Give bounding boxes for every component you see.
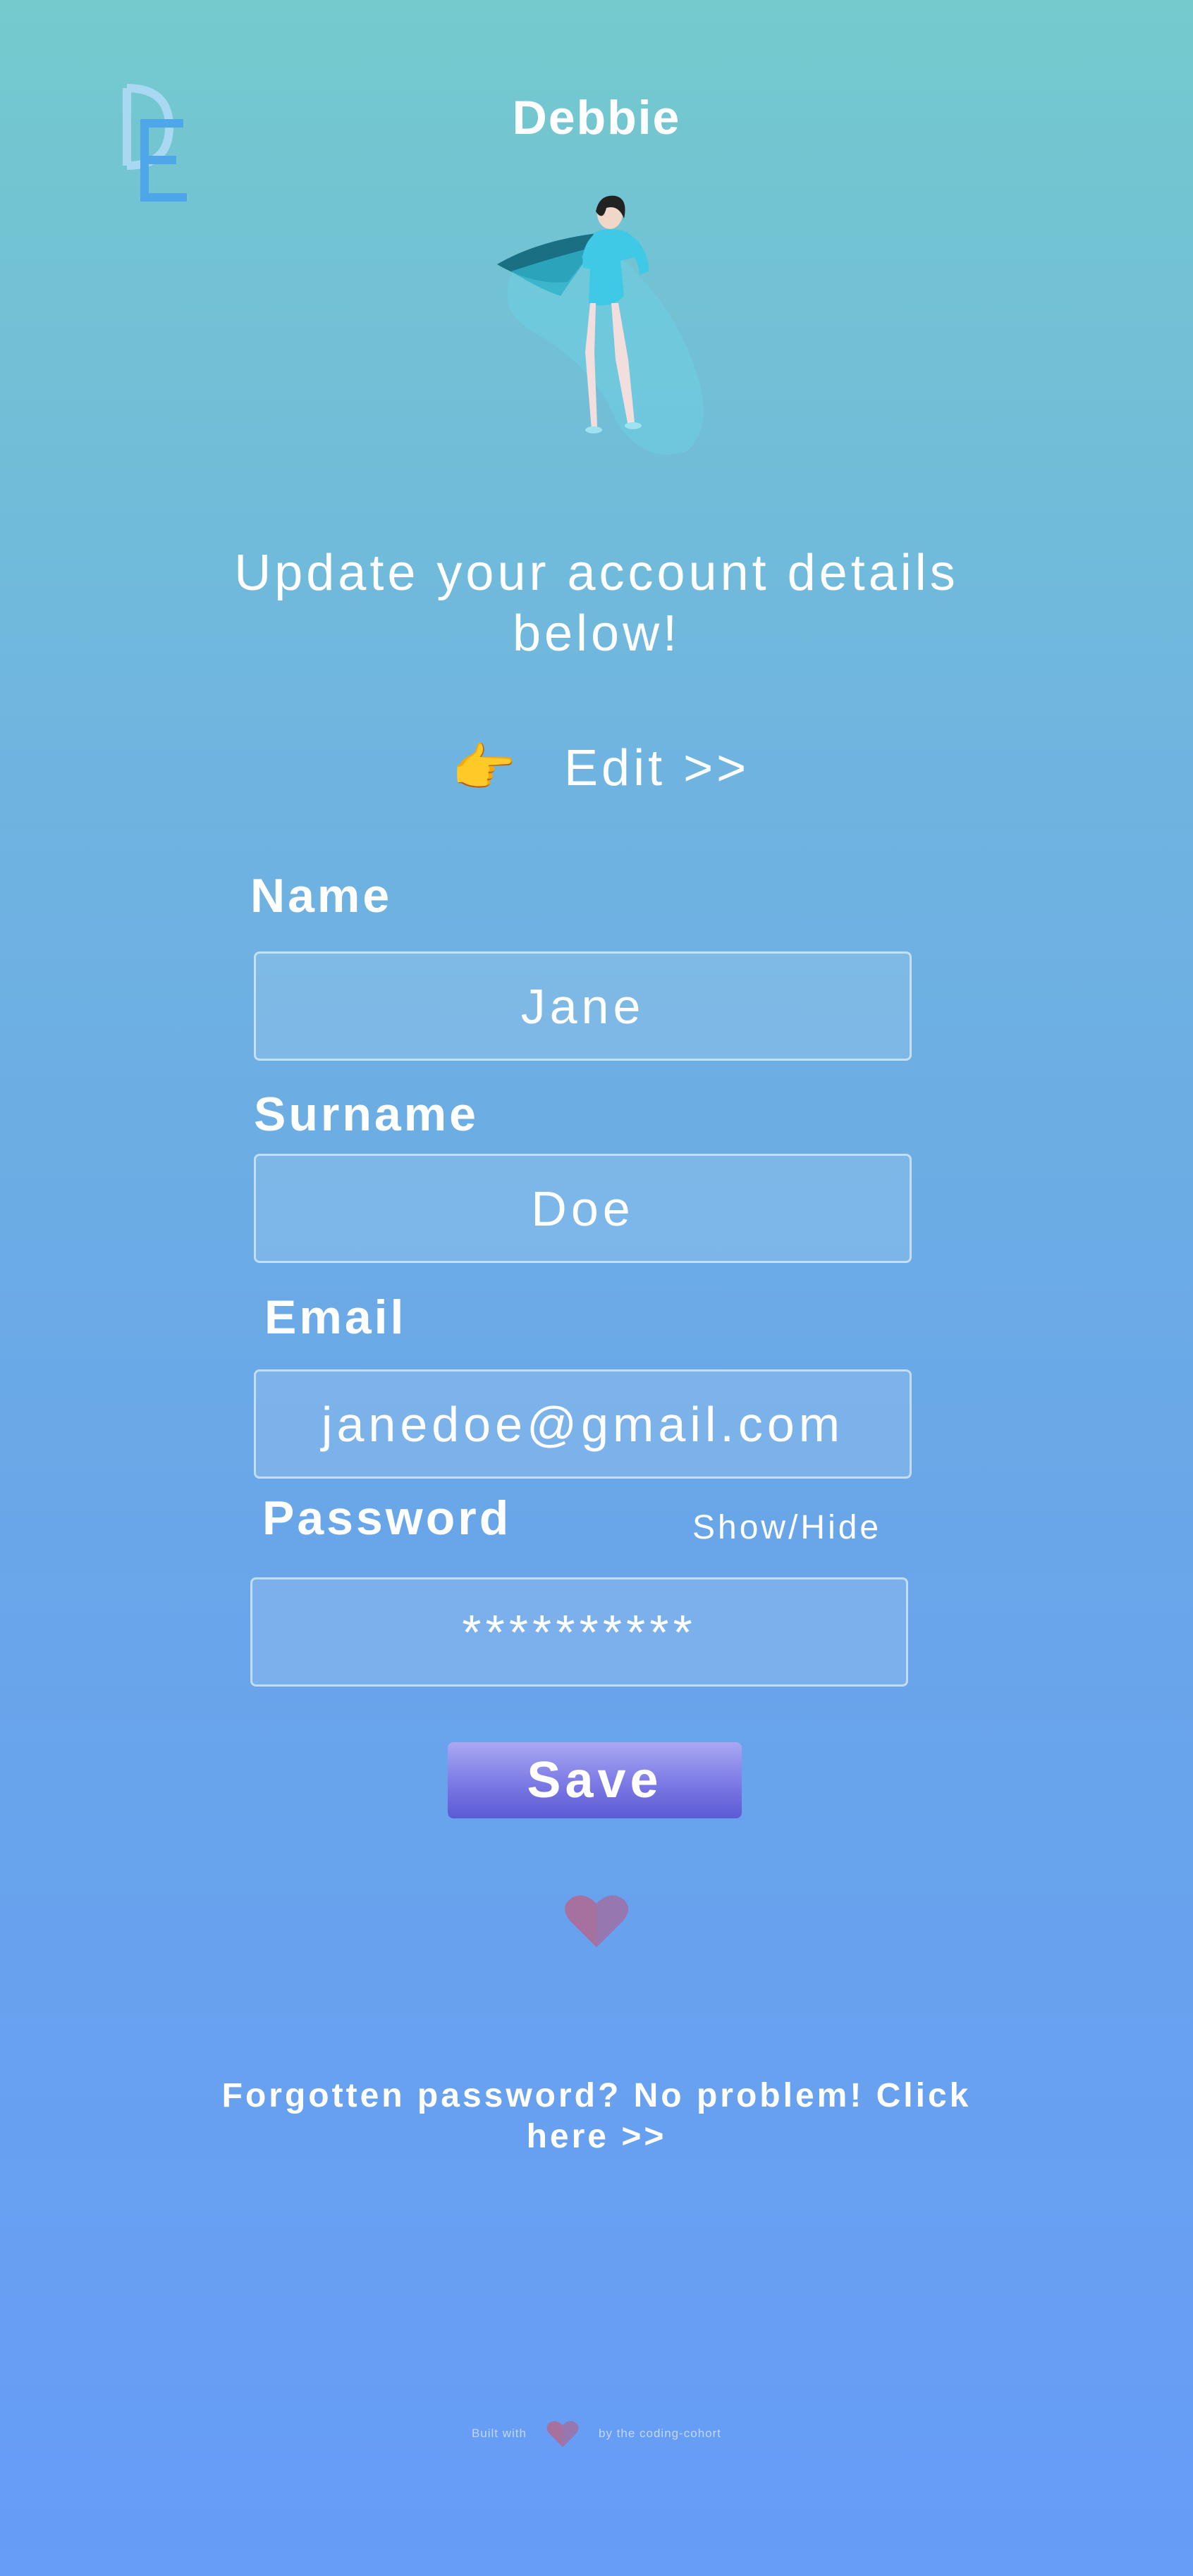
pointing-hand-icon: 👉 (451, 738, 517, 797)
surname-label: Surname (254, 1087, 479, 1141)
edit-row: 👉 Edit >> (451, 737, 750, 800)
password-input[interactable]: ********** (250, 1577, 908, 1687)
username-title: Debbie (512, 91, 681, 144)
surname-input[interactable]: Doe (254, 1154, 912, 1263)
footer-heart-icon (546, 2421, 579, 2447)
heart-icon (565, 1895, 628, 1947)
forgot-password-link[interactable]: Forgotten password? No problem! Click he… (212, 2076, 981, 2157)
footer-built-with: Built with (471, 2427, 527, 2440)
email-input[interactable]: janedoe@gmail.com (254, 1369, 912, 1479)
email-label: Email (264, 1290, 407, 1344)
name-label: Name (250, 869, 393, 923)
save-button[interactable]: Save (448, 1742, 742, 1818)
name-input[interactable]: Jane (254, 951, 912, 1061)
footer-by: by the coding-cohort (598, 2427, 722, 2440)
page-heading: Update your account details below! (234, 545, 959, 662)
show-hide-toggle[interactable]: Show/Hide (692, 1508, 881, 1547)
edit-link[interactable]: Edit >> (564, 739, 750, 797)
hero-illustration (497, 195, 704, 455)
footer: Built with by the coding-cohort (0, 2419, 1193, 2448)
password-label: Password (262, 1491, 512, 1545)
